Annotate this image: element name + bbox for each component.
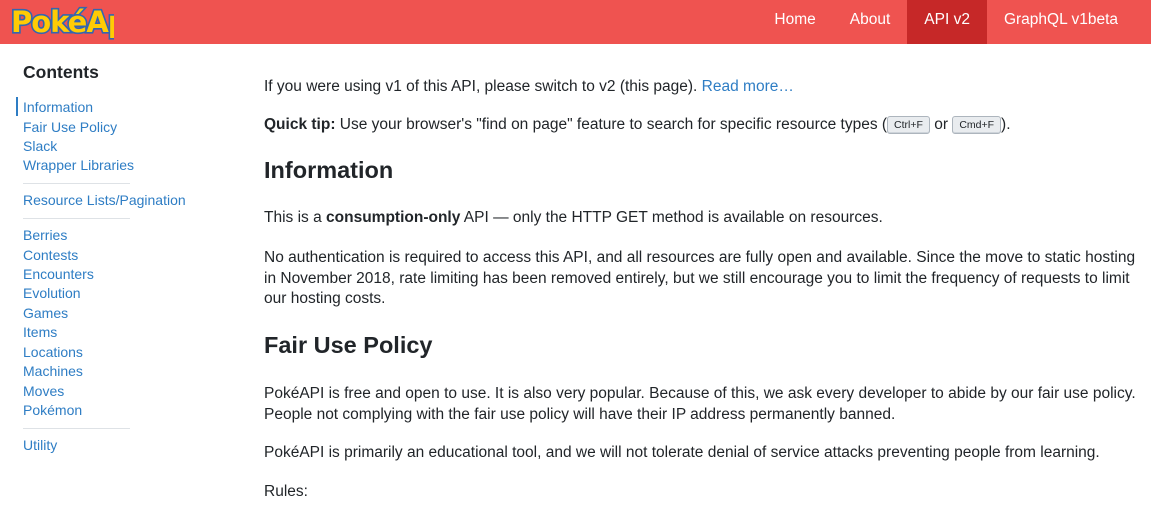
toc-moves[interactable]: Moves — [23, 383, 64, 399]
quick-tip: Quick tip: Use your browser's "find on p… — [264, 115, 1144, 136]
information-heading: Information — [264, 157, 394, 183]
fair-use-paragraph-2: PokéAPI is primarily an educational tool… — [264, 444, 1100, 461]
toc-items[interactable]: Items — [23, 324, 57, 340]
logo-text: PokéApi — [11, 5, 114, 39]
info-p1-start: This is a — [264, 209, 327, 226]
top-navbar: PokéApi Home About API v2 GraphQL v1beta — [0, 0, 1151, 44]
ctrl-f-key: Ctrl+F — [887, 116, 930, 134]
toc-locations[interactable]: Locations — [23, 344, 83, 360]
toc-pokemon[interactable]: Pokémon — [23, 402, 82, 418]
quick-tip-label: Quick tip: — [264, 116, 336, 133]
sidebar-title: Contents — [23, 62, 99, 82]
rules-label: Rules: — [264, 483, 308, 500]
pokeapi-logo[interactable]: PokéApi — [8, 1, 139, 41]
nav-home[interactable]: Home — [757, 0, 832, 44]
toc-divider — [23, 428, 130, 429]
toc-resource-lists[interactable]: Resource Lists/Pagination — [23, 192, 186, 208]
toc-divider — [23, 183, 130, 184]
info-p1-end: API — only the HTTP GET method is availa… — [460, 209, 883, 226]
nav-api-v2[interactable]: API v2 — [907, 0, 987, 44]
information-paragraph-2: No authentication is required to access … — [264, 249, 1136, 307]
toc-berries[interactable]: Berries — [23, 227, 67, 243]
toc-utility[interactable]: Utility — [23, 437, 57, 453]
toc-fair-use-policy[interactable]: Fair Use Policy — [23, 119, 117, 135]
info-p1-bold: consumption-only — [326, 209, 461, 226]
toc-slack[interactable]: Slack — [23, 138, 57, 154]
nav-graphql[interactable]: GraphQL v1beta — [987, 0, 1135, 44]
quick-tip-end: ). — [1001, 116, 1011, 133]
cmd-f-key: Cmd+F — [952, 116, 1002, 134]
toc-machines[interactable]: Machines — [23, 363, 83, 379]
toc-evolution[interactable]: Evolution — [23, 285, 81, 301]
v1-notice: If you were using v1 of this API, please… — [264, 77, 1144, 98]
toc-contests[interactable]: Contests — [23, 247, 78, 263]
toc-information[interactable]: Information — [23, 99, 93, 115]
information-paragraph-1: This is a consumption-only API — only th… — [264, 208, 1144, 229]
toc-games[interactable]: Games — [23, 305, 68, 321]
nav-about[interactable]: About — [833, 0, 908, 44]
quick-tip-text: Use your browser's "find on page" featur… — [335, 116, 888, 133]
toc-active-indicator — [16, 97, 18, 116]
v1-notice-text: If you were using v1 of this API, please… — [264, 78, 702, 95]
toc-encounters[interactable]: Encounters — [23, 266, 94, 282]
toc-wrapper-libraries[interactable]: Wrapper Libraries — [23, 157, 134, 173]
toc-divider — [23, 218, 130, 219]
quick-tip-or: or — [929, 116, 953, 133]
read-more-link[interactable]: Read more… — [702, 78, 794, 95]
nav-links: Home About API v2 GraphQL v1beta — [757, 0, 1135, 44]
fair-use-paragraph-1: PokéAPI is free and open to use. It is a… — [264, 385, 1136, 423]
fair-use-heading: Fair Use Policy — [264, 332, 433, 358]
